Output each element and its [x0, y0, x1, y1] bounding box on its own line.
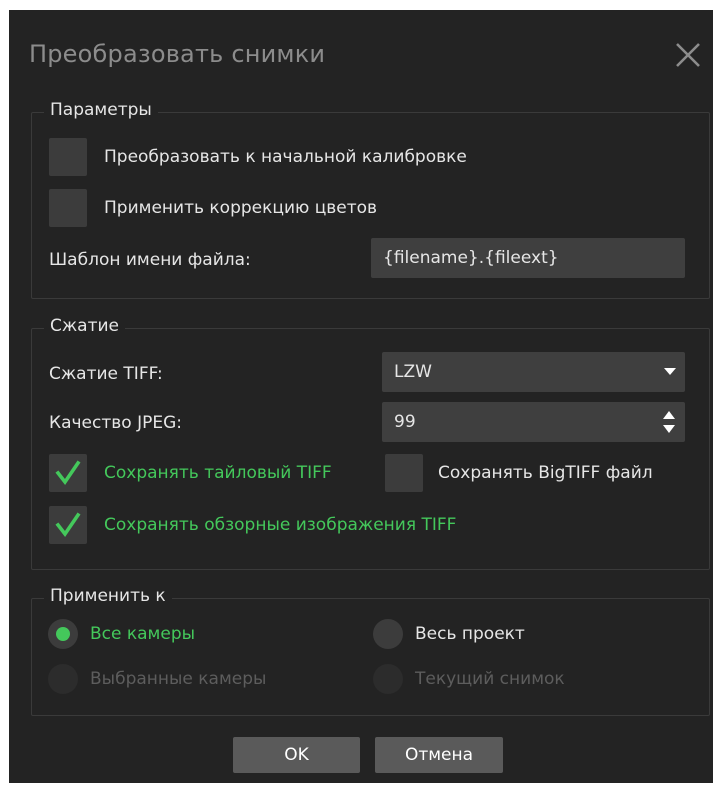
params-group-label: Параметры	[44, 100, 158, 120]
color-correction-label: Применить коррекцию цветов	[104, 198, 378, 218]
close-icon	[676, 43, 700, 67]
filename-template-value: {filename}.{fileext}	[383, 248, 559, 268]
apply-to-group-label: Применить к	[44, 586, 172, 606]
filename-template-input[interactable]: {filename}.{fileext}	[371, 238, 685, 278]
current-image-radio[interactable]	[373, 664, 403, 694]
tiff-compression-select[interactable]: LZW	[382, 352, 685, 392]
color-correction-checkbox-row[interactable]: Применить коррекцию цветов	[49, 189, 377, 227]
convert-calibration-label: Преобразовать к начальной калибровке	[104, 147, 467, 167]
jpeg-quality-label-row: Качество JPEG:	[49, 413, 182, 433]
tiled-tiff-label: Сохранять тайловый TIFF	[104, 463, 332, 483]
apply-selected-cameras-radio-row[interactable]: Выбранные камеры	[48, 664, 266, 694]
dialog-title: Преобразовать снимки	[29, 40, 326, 68]
bigtiff-checkbox[interactable]	[385, 454, 423, 492]
convert-calibration-checkbox-row[interactable]: Преобразовать к начальной калибровке	[49, 138, 467, 176]
bigtiff-checkbox-row[interactable]: Сохранять BigTIFF файл	[385, 454, 653, 492]
filename-template-label-row: Шаблон имени файла:	[49, 250, 251, 270]
checkmark-icon	[55, 460, 81, 486]
apply-current-image-radio-row[interactable]: Текущий снимок	[373, 664, 565, 694]
spinner-arrows-icon[interactable]	[662, 410, 676, 434]
current-image-label: Текущий снимок	[415, 669, 565, 689]
jpeg-quality-value: 99	[394, 412, 416, 432]
radio-selected-dot	[56, 627, 70, 641]
overview-tiff-label: Сохранять обзорные изображения TIFF	[104, 515, 457, 535]
bigtiff-label: Сохранять BigTIFF файл	[438, 463, 653, 483]
selected-cameras-label: Выбранные камеры	[90, 669, 267, 689]
dropdown-arrow-icon	[664, 368, 676, 375]
jpeg-quality-label: Качество JPEG:	[49, 413, 182, 433]
jpeg-quality-spinbox[interactable]: 99	[382, 402, 685, 442]
selected-cameras-radio[interactable]	[48, 664, 78, 694]
convert-calibration-checkbox[interactable]	[49, 138, 87, 176]
whole-project-label: Весь проект	[415, 624, 525, 644]
close-button[interactable]	[671, 38, 705, 72]
all-cameras-radio[interactable]	[48, 619, 78, 649]
overview-tiff-checkbox-row[interactable]: Сохранять обзорные изображения TIFF	[49, 506, 456, 544]
tiff-compression-label-row: Сжатие TIFF:	[49, 364, 163, 384]
filename-template-label: Шаблон имени файла:	[49, 250, 251, 270]
tiled-tiff-checkbox-row[interactable]: Сохранять тайловый TIFF	[49, 454, 332, 492]
apply-to-group: Применить к	[31, 586, 710, 716]
tiff-compression-value: LZW	[394, 362, 432, 382]
ok-button[interactable]: OK	[233, 737, 360, 773]
overview-tiff-checkbox[interactable]	[49, 506, 87, 544]
checkmark-icon	[55, 512, 81, 538]
compression-group-label: Сжатие	[44, 316, 126, 336]
cancel-button[interactable]: Отмена	[375, 737, 503, 773]
all-cameras-label: Все камеры	[90, 624, 196, 644]
apply-all-cameras-radio-row[interactable]: Все камеры	[48, 619, 195, 649]
tiff-compression-label: Сжатие TIFF:	[49, 364, 163, 384]
color-correction-checkbox[interactable]	[49, 189, 87, 227]
whole-project-radio[interactable]	[373, 619, 403, 649]
tiled-tiff-checkbox[interactable]	[49, 454, 87, 492]
apply-whole-project-radio-row[interactable]: Весь проект	[373, 619, 525, 649]
convert-images-dialog: Преобразовать снимки Параметры Преобразо…	[9, 10, 713, 783]
